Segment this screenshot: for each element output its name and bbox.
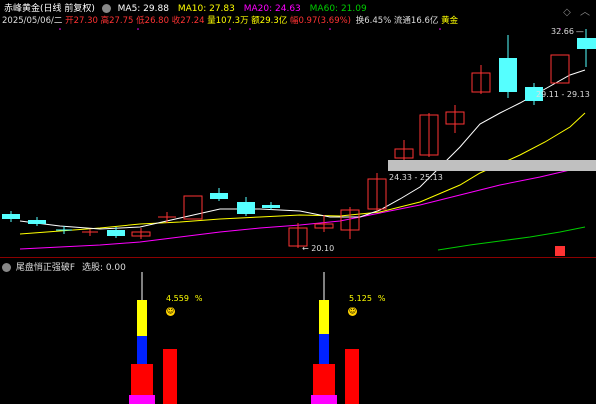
dotted-marks: [59, 28, 561, 30]
quote-open: 开27.30: [65, 16, 98, 26]
kline-chart[interactable]: [0, 27, 596, 257]
low-price-label: ← 20.10: [302, 244, 335, 253]
ma5-line: [19, 69, 586, 230]
diamond-icon[interactable]: ◇: [563, 7, 571, 18]
gear-icon[interactable]: [101, 4, 111, 13]
ma60-label: MA60: 21.09: [309, 4, 367, 14]
quote-change: 幅0.97(3.69%): [289, 16, 351, 26]
quote-volume: 量107.3万: [207, 16, 249, 26]
smile-icon: ☺: [166, 307, 175, 316]
smile-icon: ☺: [348, 307, 357, 316]
quote-amount: 额29.3亿: [251, 16, 288, 26]
quote-float-cap: 流通16.6亿: [393, 16, 439, 26]
ma20-line: [19, 164, 586, 250]
quote-sector[interactable]: 黄金: [441, 16, 458, 26]
quote-date: 2025/05/06/二: [2, 16, 63, 26]
pane-divider[interactable]: [0, 257, 596, 258]
quote-bar: 2025/05/06/二 开27.30 高27.75 低26.80 收27.24…: [2, 15, 458, 27]
range-b-label: 24.33 - 25.13: [389, 173, 443, 182]
window-controls[interactable]: ◇ ︿: [563, 3, 590, 18]
range-a-label: 29.11 - 29.13: [536, 90, 590, 99]
alert-icon[interactable]: [555, 246, 565, 256]
indicator-value-a: 4.559%: [166, 294, 203, 303]
ma5-label: MA5: 29.88: [117, 4, 169, 14]
ma20-label: MA20: 24.63: [243, 4, 301, 14]
main-chart-header: 赤峰黄金(日线 前复权) MA5: 29.88 MA10: 27.83 MA20…: [4, 3, 367, 15]
ma10-label: MA10: 27.83: [177, 4, 235, 14]
quote-low: 低26.80: [136, 16, 169, 26]
high-price-label: 32.66—: [551, 27, 584, 36]
indicator-chart: [129, 272, 359, 404]
quote-turnover: 换6.45%: [355, 16, 392, 26]
stock-name[interactable]: 赤峰黄金(日线 前复权): [4, 4, 95, 14]
ma10-line: [19, 112, 586, 235]
chevron-up-icon[interactable]: ︿: [580, 7, 590, 18]
quote-close: 收27.24: [171, 16, 205, 26]
resistance-band: [388, 160, 596, 171]
quote-high: 高27.75: [100, 16, 134, 26]
indicator-value-b: 5.125%: [349, 294, 386, 303]
